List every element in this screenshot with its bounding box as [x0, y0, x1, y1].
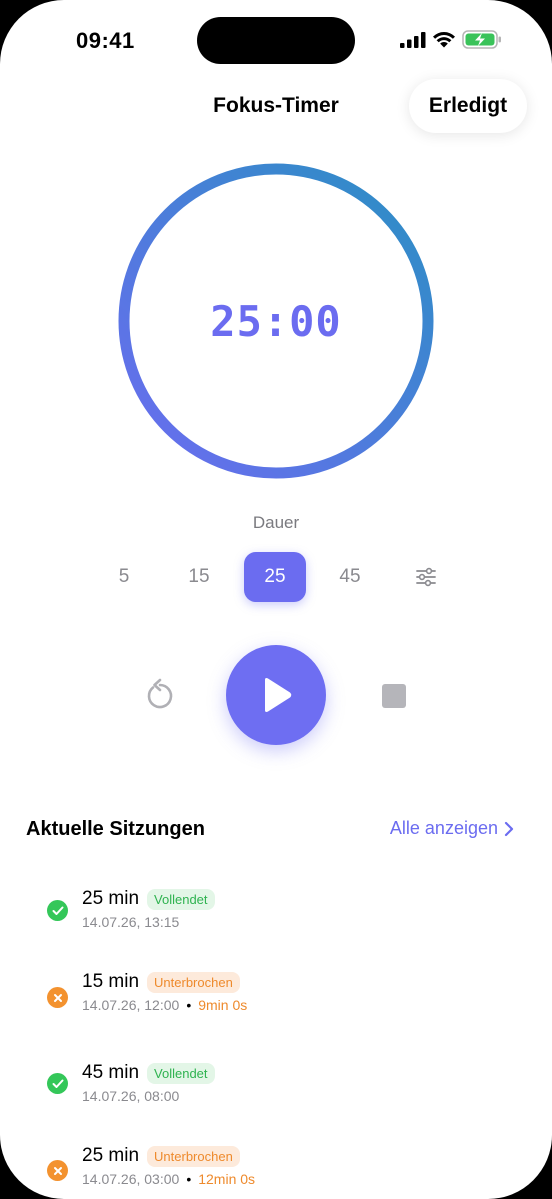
session-date: 14.07.26, 13:15 — [82, 914, 180, 930]
status-bar: 09:41 — [0, 0, 552, 80]
done-button[interactable]: Erledigt — [409, 79, 527, 133]
session-elapsed: 12min 0s — [198, 1171, 256, 1187]
cross-icon — [47, 1160, 68, 1181]
status-icons — [400, 30, 502, 49]
signal-icon — [400, 31, 426, 48]
session-date: 14.07.26, 08:00 — [82, 1088, 180, 1104]
duration-label: Dauer — [252, 513, 300, 532]
chevron-right-icon — [504, 821, 514, 836]
dynamic-island — [197, 17, 355, 64]
reset-button[interactable] — [140, 675, 180, 715]
session-row[interactable]: 45 min Vollendet 14.07.26, 08:00 — [0, 1062, 552, 1122]
see-all-link[interactable]: Alle anzeigen — [390, 818, 514, 839]
status-badge: Vollendet — [147, 1062, 215, 1084]
play-icon — [265, 678, 292, 712]
session-duration: 45 min — [82, 1062, 140, 1083]
session-row[interactable]: 25 min Vollendet 14.07.26, 13:15 — [0, 888, 552, 948]
cross-icon — [47, 987, 68, 1008]
stop-button[interactable] — [378, 680, 410, 712]
session-row[interactable]: 15 min Unterbrochen 14.07.26, 12:00 • 9m… — [0, 971, 552, 1031]
session-row[interactable]: 25 min Unterbrochen 14.07.26, 03:00 • 12… — [0, 1145, 552, 1199]
checkmark-icon — [47, 1073, 68, 1094]
session-date: 14.07.26, 12:00 — [82, 997, 180, 1013]
timer-display: 25:00 — [210, 296, 342, 346]
session-date: 14.07.26, 03:00 — [82, 1171, 180, 1187]
battery-charging-icon — [462, 30, 501, 49]
wifi-icon — [433, 32, 455, 48]
stop-icon — [382, 684, 406, 708]
play-button[interactable] — [226, 645, 326, 745]
custom-duration-button[interactable] — [395, 552, 457, 602]
duration-option-25[interactable]: 25 — [244, 552, 306, 602]
session-duration: 25 min — [82, 1145, 140, 1166]
status-badge: Vollendet — [147, 888, 215, 910]
separator-dot: • — [186, 997, 192, 1013]
session-duration: 25 min — [82, 888, 140, 909]
duration-option-45[interactable]: 45 — [319, 552, 381, 602]
duration-option-5[interactable]: 5 — [93, 552, 155, 602]
recent-sessions-title: Aktuelle Sitzungen — [26, 818, 205, 840]
status-badge: Unterbrochen — [147, 971, 240, 993]
reset-icon — [147, 678, 173, 709]
duration-option-15[interactable]: 15 — [168, 552, 230, 602]
status-badge: Unterbrochen — [147, 1145, 240, 1167]
see-all-label: Alle anzeigen — [389, 818, 498, 838]
session-duration: 15 min — [82, 971, 140, 992]
separator-dot: • — [186, 1171, 192, 1187]
session-elapsed: 9min 0s — [198, 997, 248, 1013]
checkmark-icon — [47, 900, 68, 921]
status-time: 09:41 — [76, 28, 135, 53]
sliders-icon — [416, 567, 436, 587]
phone-screen: 09:41 Fokus-Timer Erledigt 25:00 Dauer 5… — [0, 0, 552, 1199]
